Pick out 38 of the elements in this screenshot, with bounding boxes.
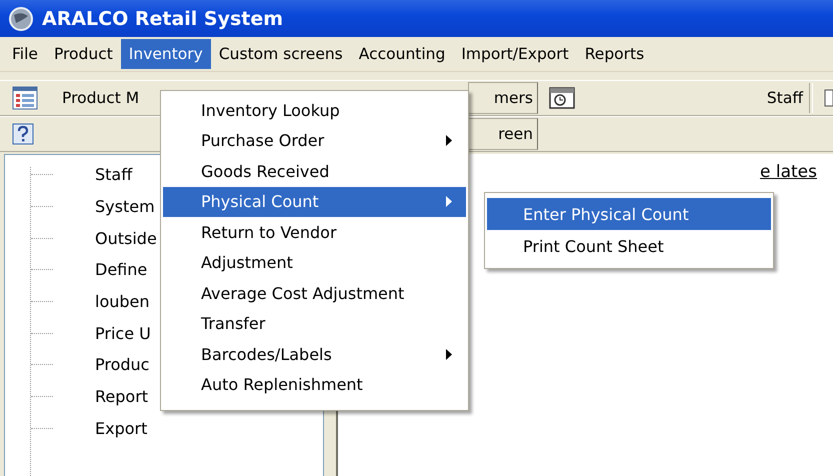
menu-bar-item[interactable]: Accounting: [350, 39, 454, 69]
tree-item[interactable]: System: [95, 197, 155, 216]
menu-item[interactable]: Auto Replenishment: [163, 370, 466, 400]
menu-item[interactable]: Transfer: [163, 308, 466, 339]
tree-item[interactable]: Outside: [95, 228, 157, 248]
window-title: ARALCO Retail System: [42, 8, 284, 30]
tree-item[interactable]: louben: [95, 292, 150, 312]
menu-item[interactable]: Enter Physical Count: [487, 198, 771, 230]
menu-bar-item[interactable]: Import/Export: [453, 39, 577, 69]
tree-item[interactable]: Define: [95, 260, 148, 280]
tree-item[interactable]: Price U: [95, 324, 151, 343]
toolbar-button[interactable]: reen: [468, 118, 538, 150]
staff-label[interactable]: Staff: [766, 89, 803, 107]
menu-item[interactable]: Goods Received: [163, 156, 466, 186]
menu-bar-item[interactable]: Inventory: [120, 39, 211, 69]
menu-item[interactable]: Adjustment: [163, 248, 466, 278]
menu-bar-item[interactable]: Custom screens: [210, 39, 351, 69]
list-icon[interactable]: [12, 86, 38, 110]
tree-item[interactable]: Report: [95, 387, 148, 406]
toolbar-button[interactable]: mers: [468, 82, 538, 114]
menu-bar-item[interactable]: File: [4, 39, 46, 69]
menu-item[interactable]: Inventory Lookup: [163, 95, 466, 126]
menu-item[interactable]: Average Cost Adjustment: [163, 278, 466, 308]
tree-item[interactable]: Produc: [95, 355, 150, 374]
product-label[interactable]: Product M: [62, 89, 140, 107]
menu-bar-item[interactable]: Product: [46, 39, 121, 69]
menu-item[interactable]: Return to Vendor: [163, 217, 466, 248]
help-icon[interactable]: [12, 123, 34, 145]
calendar-icon[interactable]: [548, 86, 576, 110]
menu-item[interactable]: Purchase Order: [163, 126, 466, 156]
menu-bar-item[interactable]: Reports: [576, 39, 652, 69]
menu-item[interactable]: Print Count Sheet: [487, 230, 771, 262]
menu-item[interactable]: Barcodes/Labels: [163, 339, 466, 370]
link[interactable]: e lates: [760, 162, 817, 182]
tree-item[interactable]: Staff: [95, 165, 132, 184]
globe-icon: [8, 6, 34, 32]
tree-item[interactable]: Export: [95, 418, 148, 438]
menu-item[interactable]: Physical Count: [163, 186, 466, 217]
